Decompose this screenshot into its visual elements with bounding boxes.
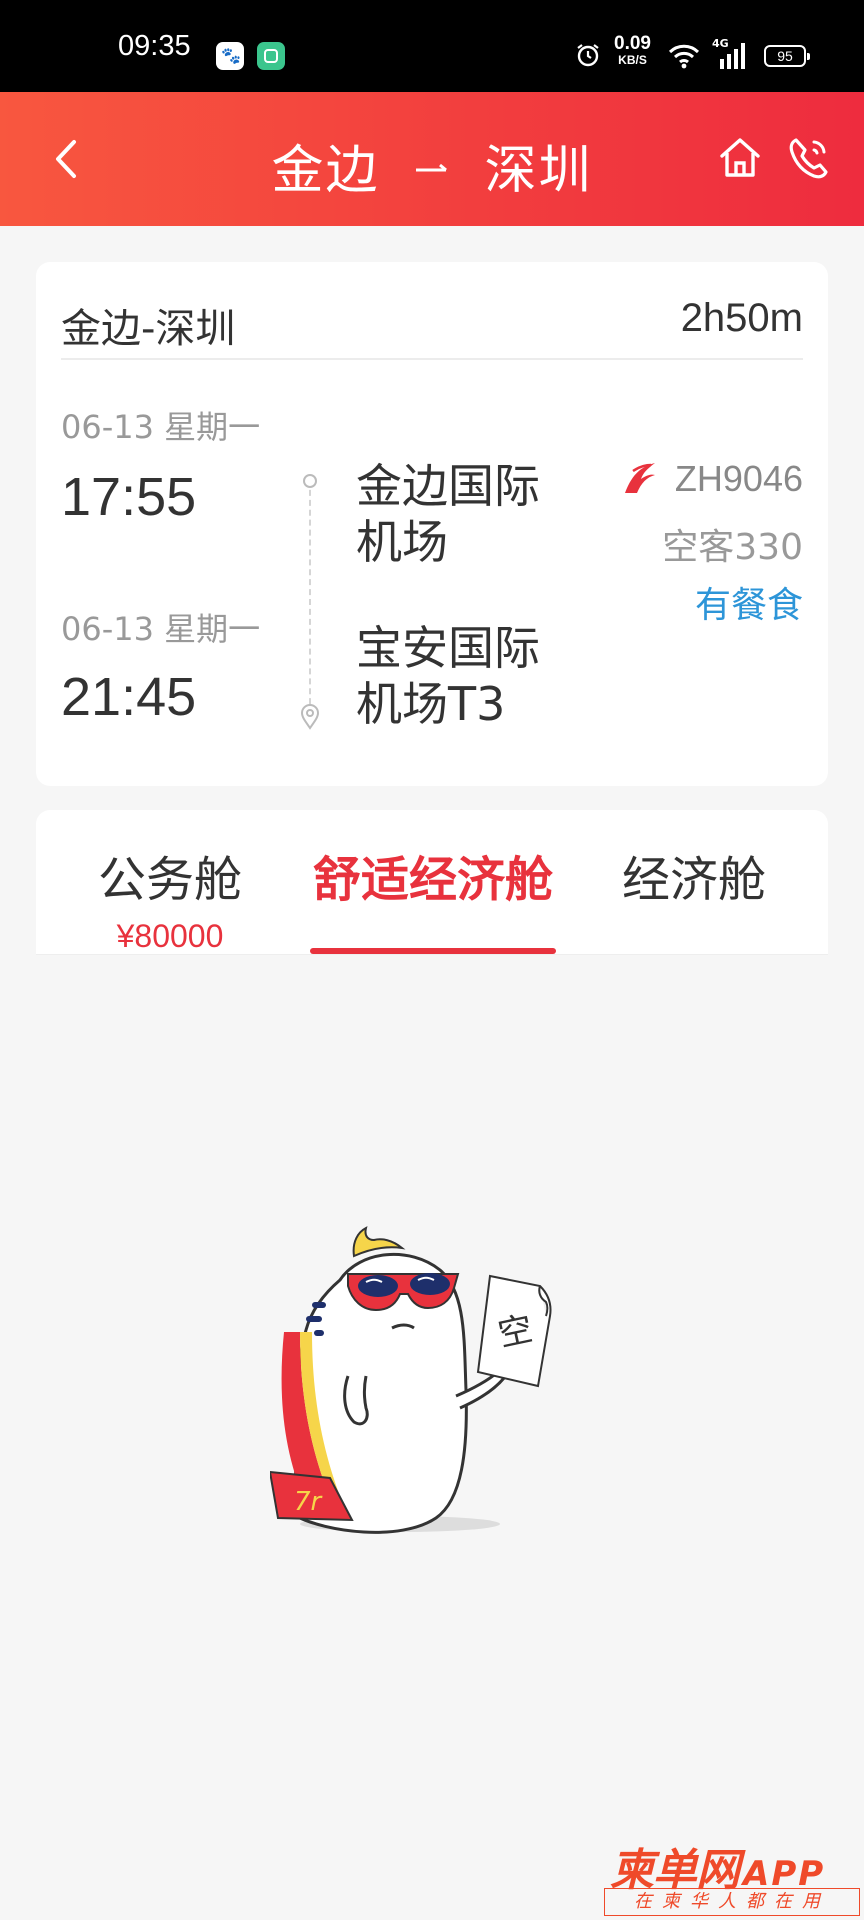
divider <box>61 358 803 360</box>
tab-economy[interactable]: 经济舱 <box>620 840 768 910</box>
battery-icon: 95 <box>764 45 810 67</box>
header: 金边 深圳 <box>0 92 864 226</box>
business-class-price: ¥80000 <box>116 918 224 954</box>
wifi-icon <box>668 44 700 69</box>
title-origin: 金边 <box>271 141 380 201</box>
baidu-app-icon: 🐾 <box>216 42 244 70</box>
tab-business-class[interactable]: 公务舱 ¥80000 <box>96 840 244 954</box>
arrive-airport: 宝安国际机场T3 <box>356 621 540 731</box>
watermark: 柬单网 APP 在柬华人都在用 <box>604 1832 860 1918</box>
arrow-right-icon <box>416 163 447 172</box>
airline-logo-icon <box>624 463 655 494</box>
svg-text:7r: 7r <box>294 1487 324 1517</box>
location-pin-icon <box>300 704 320 730</box>
alarm-icon <box>577 44 599 67</box>
origin-dot-icon <box>303 474 317 488</box>
network-speed: 0.09 KB/S <box>614 33 651 67</box>
arrive-date: 06-13 星期一 <box>61 610 261 648</box>
status-time: 09:35 <box>118 30 191 62</box>
empty-state-mascot: 7r 空 <box>270 1226 552 1534</box>
depart-date: 06-13 星期一 <box>61 408 261 446</box>
app-notification-icon <box>257 42 285 70</box>
flight-duration: 2h50m <box>680 296 803 340</box>
depart-time: 17:55 <box>61 467 197 527</box>
depart-airport: 金边国际机场 <box>356 459 540 569</box>
route-label: 金边-深圳 <box>61 306 236 352</box>
tab-premium-economy[interactable]: 舒适经济舱 <box>310 840 556 910</box>
cabin-tabs: 公务舱 ¥80000 舒适经济舱 经济舱 <box>36 810 828 955</box>
title-destination: 深圳 <box>484 141 593 201</box>
tab-indicator <box>310 948 556 954</box>
meal-info[interactable]: 有餐食 <box>695 576 803 628</box>
cellular-signal-icon: 4G <box>712 37 746 75</box>
phone-icon[interactable] <box>786 134 832 182</box>
home-icon[interactable] <box>716 134 764 182</box>
watermark-slogan: 在柬华人都在用 <box>604 1888 860 1916</box>
arrive-time: 21:45 <box>61 667 197 727</box>
flight-info-card: 金边-深圳 2h50m 06-13 星期一 17:55 金边国际机场 06-13… <box>36 262 828 786</box>
route-line <box>309 480 311 724</box>
flight-number: ZH9046 <box>621 458 803 500</box>
aircraft-type: 空客330 <box>662 527 803 568</box>
status-bar: 09:35 🐾 0.09 KB/S 4G 95 <box>0 0 864 92</box>
